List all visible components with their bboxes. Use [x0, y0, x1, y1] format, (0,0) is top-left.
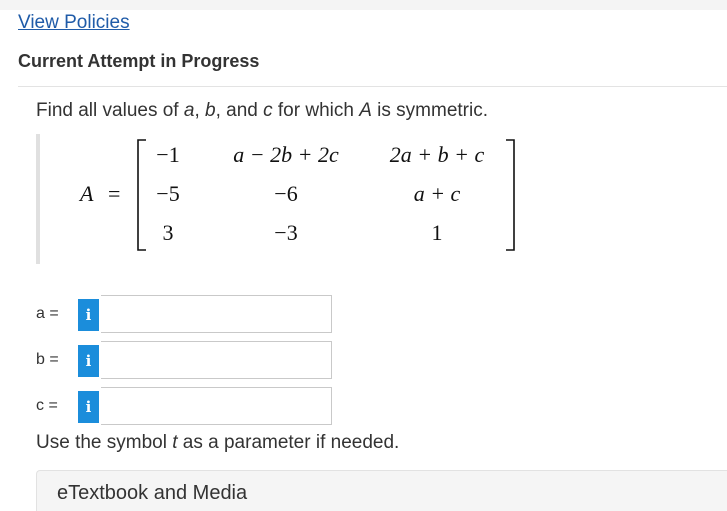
answer-label-a: a =: [36, 305, 59, 322]
etextbook-media-label: eTextbook and Media: [57, 482, 248, 504]
info-icon[interactable]: i: [78, 299, 99, 331]
matrix-cell-r3c2: −3: [274, 220, 297, 245]
question-prompt: Find all values of a, b, and c for which…: [36, 100, 488, 122]
matrix-cell-r1c1: −1: [156, 142, 179, 167]
matrix-block: A = −1 a − 2b + 2c 2a + b + c −5 −6 a + …: [36, 134, 526, 264]
answer-label-c: c =: [36, 397, 58, 414]
var-a: a: [183, 100, 195, 121]
question-sep1: ,: [194, 100, 205, 121]
var-b: b: [205, 100, 216, 121]
etextbook-media-panel[interactable]: eTextbook and Media: [36, 470, 727, 511]
question-sep2: , and: [215, 100, 264, 121]
var-A: A: [359, 100, 372, 121]
divider: [18, 86, 727, 87]
answer-input-c[interactable]: [101, 387, 332, 425]
hint-prefix: Use the symbol: [36, 432, 173, 453]
attempt-heading: Current Attempt in Progress: [18, 51, 260, 71]
matrix-cell-r3c1: 3: [163, 220, 174, 245]
parameter-hint: Use the symbol t as a parameter if neede…: [36, 432, 399, 454]
right-bracket: [506, 139, 515, 251]
matrix-cell-r3c3: 1: [432, 220, 443, 245]
question-prefix: Find all values of: [36, 100, 184, 121]
info-icon[interactable]: i: [78, 345, 99, 377]
view-policies-link[interactable]: View Policies: [18, 12, 130, 34]
matrix-cell-r1c2: a − 2b + 2c: [233, 142, 339, 167]
matrix-name: A: [78, 181, 94, 206]
matrix-cell-r2c3: a + c: [414, 181, 461, 206]
matrix-equation: A = −1 a − 2b + 2c 2a + b + c −5 −6 a + …: [78, 139, 515, 251]
info-icon[interactable]: i: [78, 391, 99, 423]
hint-suffix: as a parameter if needed.: [177, 432, 400, 453]
matrix-cell-r2c1: −5: [156, 181, 179, 206]
question-suffix: is symmetric.: [371, 100, 489, 121]
matrix-equals: =: [108, 181, 120, 206]
matrix-cell-r2c2: −6: [274, 181, 297, 206]
question-mid: for which: [272, 100, 360, 121]
answer-input-b[interactable]: [101, 341, 332, 379]
matrix-cell-r1c3: 2a + b + c: [390, 142, 485, 167]
answer-label-b: b =: [36, 351, 59, 368]
left-bracket: [137, 139, 146, 251]
answer-input-a[interactable]: [101, 295, 332, 333]
var-c: c: [263, 100, 273, 121]
top-strip: [0, 0, 727, 10]
